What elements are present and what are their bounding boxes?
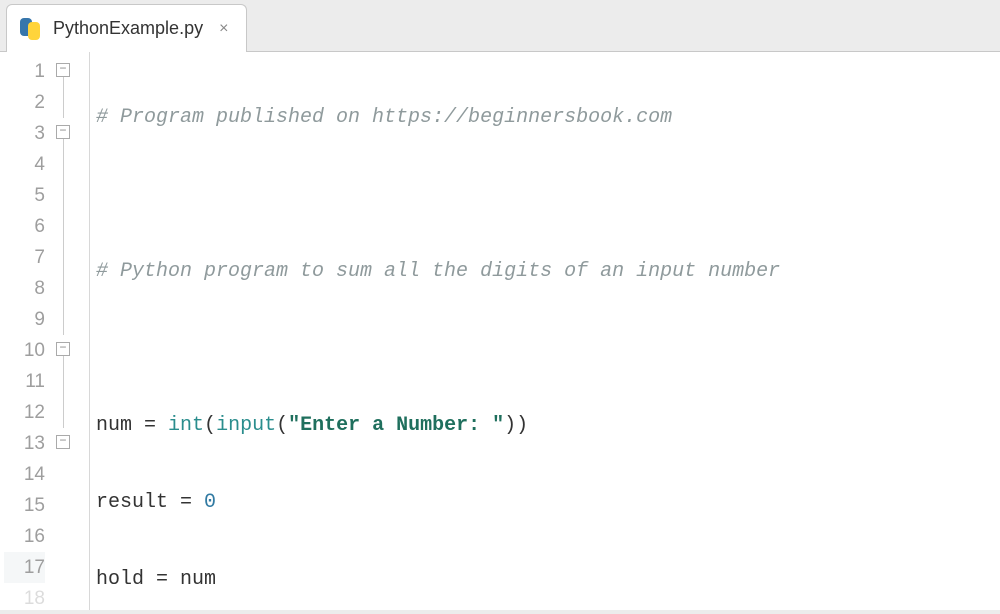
code-ident: num [96,414,132,437]
line-number: 10 [4,335,45,366]
fold-toggle-icon[interactable]: − [56,125,70,139]
line-number: 16 [4,521,45,552]
line-number: 1 [4,56,45,87]
python-icon [17,16,43,42]
code-number: 0 [204,491,216,514]
code-builtin: int [168,414,204,437]
line-number: 5 [4,180,45,211]
close-icon[interactable]: × [219,20,228,38]
code-string: "Enter a Number: " [288,414,504,437]
line-number: 2 [4,87,45,118]
line-number-gutter: 1 2 3 4 5 6 7 8 9 10 11 12 13 14 15 16 1… [0,52,54,610]
line-number: 8 [4,273,45,304]
line-number: 13 [4,428,45,459]
line-number: 3 [4,118,45,149]
fold-toggle-icon[interactable]: − [56,342,70,356]
fold-gutter: − − − − [54,52,90,610]
code-comment: # Program published on https://beginners… [96,106,672,129]
line-number: 12 [4,397,45,428]
code-builtin: input [216,414,276,437]
fold-toggle-icon[interactable]: − [56,63,70,77]
line-number: 17 [4,552,45,583]
line-number: 9 [4,304,45,335]
line-number: 18 [4,583,45,614]
code-content[interactable]: # Program published on https://beginners… [90,52,1000,610]
tab-filename: PythonExample.py [53,18,203,39]
line-number: 6 [4,211,45,242]
fold-toggle-icon[interactable]: − [56,435,70,449]
tab-bar: PythonExample.py × [0,0,1000,52]
file-tab[interactable]: PythonExample.py × [6,4,247,52]
code-comment: # Python program to sum all the digits o… [96,260,780,283]
line-number: 7 [4,242,45,273]
code-editor[interactable]: 1 2 3 4 5 6 7 8 9 10 11 12 13 14 15 16 1… [0,52,1000,610]
line-number: 15 [4,490,45,521]
line-number: 14 [4,459,45,490]
line-number: 11 [4,366,45,397]
line-number: 4 [4,149,45,180]
